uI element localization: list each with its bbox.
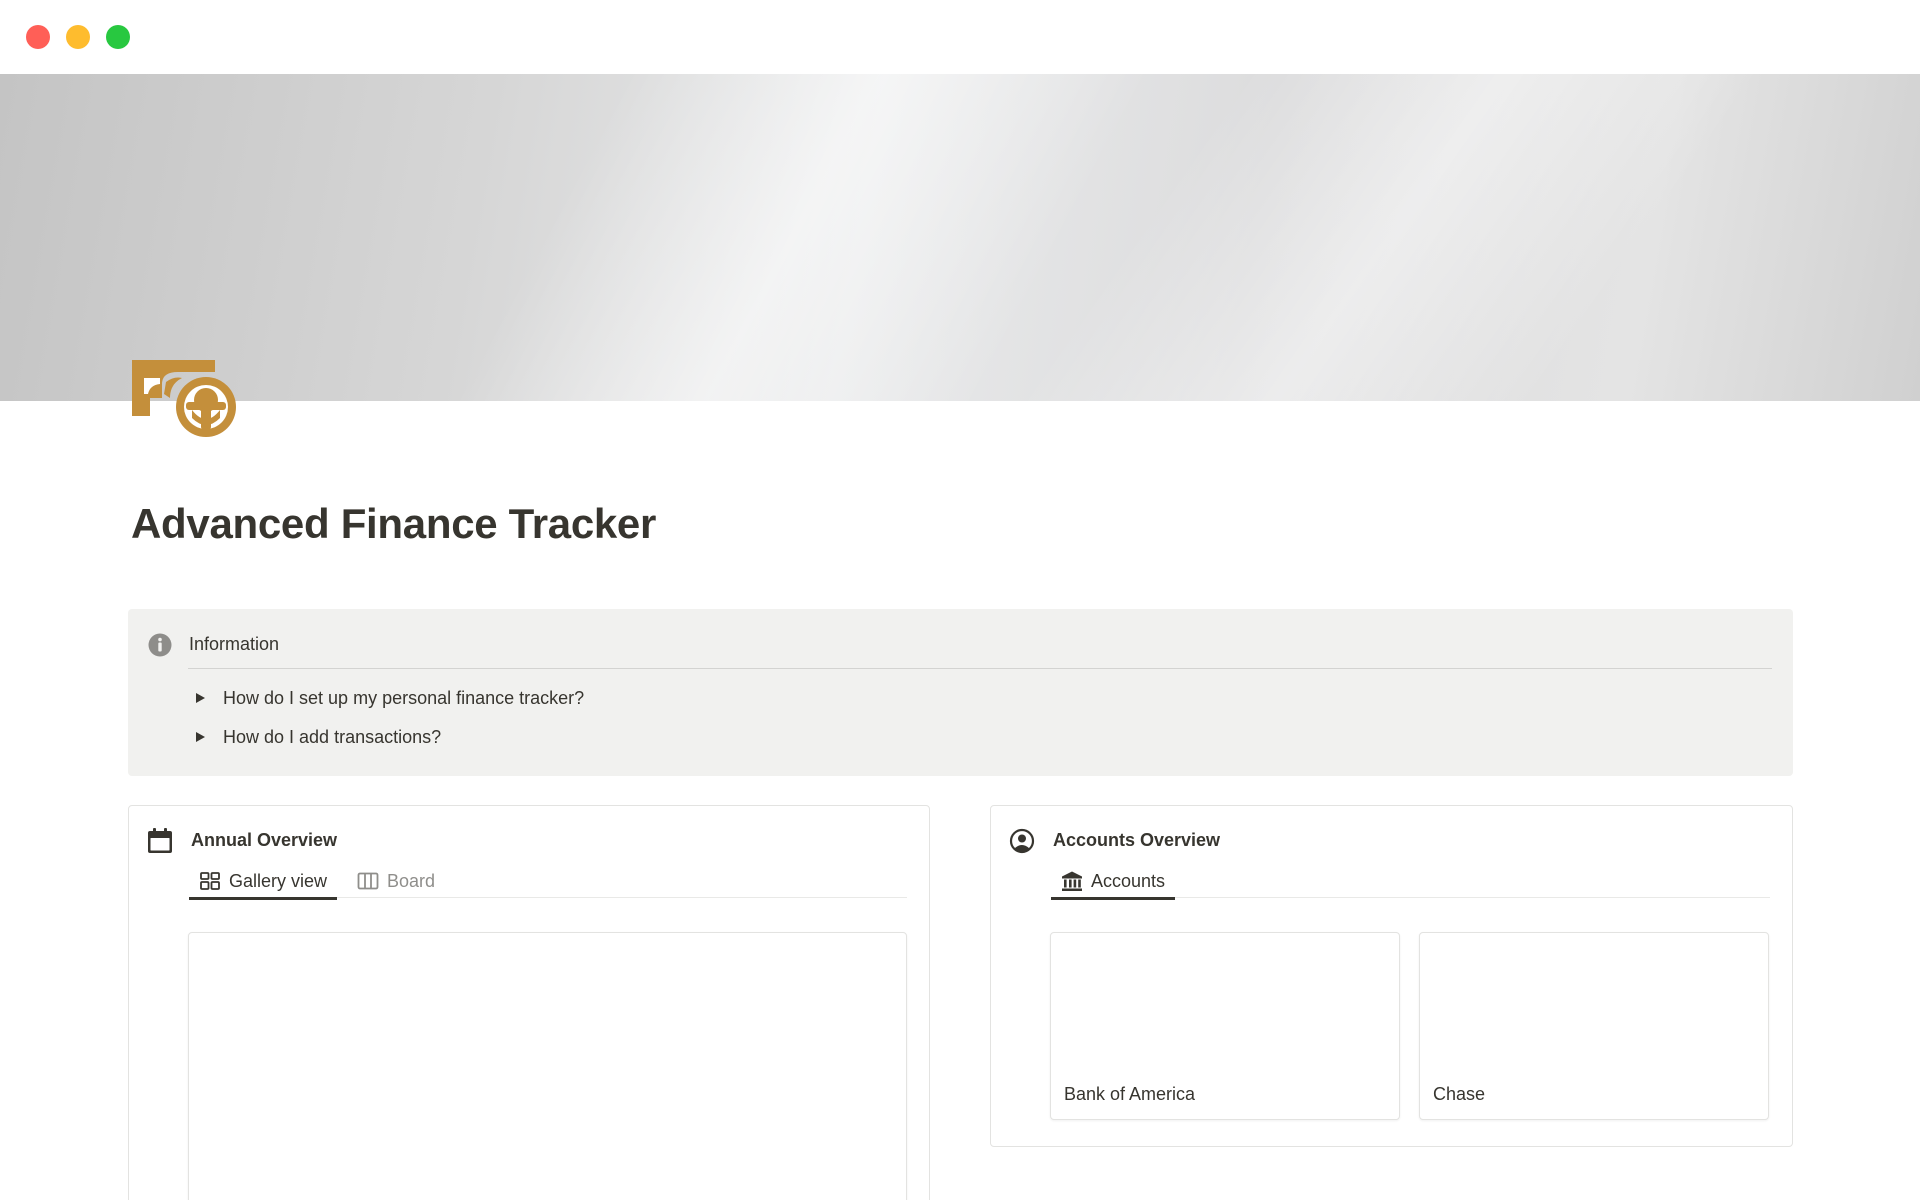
accounts-overview-panel: Accounts Overview Accounts Bank of Ameri…: [990, 805, 1793, 1147]
annual-overview-title[interactable]: Annual Overview: [191, 830, 337, 851]
toggle-setup-tracker[interactable]: How do I set up my personal finance trac…: [196, 686, 584, 710]
page-cover[interactable]: [0, 74, 1920, 401]
tab-label: Board: [387, 870, 436, 891]
tab-label: Accounts: [1091, 870, 1166, 891]
triangle-right-icon[interactable]: [196, 693, 205, 703]
minimize-window-button[interactable]: [66, 25, 90, 49]
user-circle-icon: [1009, 828, 1035, 854]
card-label: Bank of America: [1064, 1084, 1196, 1104]
tab-accounts[interactable]: Accounts: [1051, 864, 1176, 900]
info-icon: [148, 633, 172, 657]
toggle-label: How do I set up my personal finance trac…: [223, 687, 585, 708]
account-card-bank-of-america[interactable]: Bank of America: [1050, 932, 1400, 1120]
toggle-add-transactions[interactable]: How do I add transactions?: [196, 725, 441, 749]
annual-overview-tabs: Gallery view Board: [189, 864, 907, 900]
close-window-button[interactable]: [26, 25, 50, 49]
page-title[interactable]: Advanced Finance Tracker: [131, 500, 656, 548]
accounts-overview-tabs: Accounts: [1051, 864, 1770, 900]
card-label: Chase: [1433, 1084, 1486, 1104]
callout-divider: [188, 668, 1772, 669]
account-card-chase[interactable]: Chase: [1419, 932, 1769, 1120]
triangle-right-icon[interactable]: [196, 732, 205, 742]
window-titlebar: [0, 0, 1920, 74]
accounts-overview-title[interactable]: Accounts Overview: [1053, 830, 1220, 851]
information-callout: Information How do I set up my personal …: [128, 609, 1793, 776]
board-icon: [357, 870, 379, 892]
gallery-icon: [199, 870, 221, 892]
toggle-label: How do I add transactions?: [223, 726, 442, 747]
tab-gallery-view[interactable]: Gallery view: [189, 864, 338, 900]
zoom-window-button[interactable]: [106, 25, 130, 49]
callout-title: Information: [189, 634, 280, 654]
annual-overview-panel: Annual Overview Gallery view Board: [128, 805, 930, 1200]
money-icon[interactable]: [130, 358, 240, 442]
bank-icon: [1061, 870, 1083, 892]
tab-label: Gallery view: [229, 870, 328, 891]
calendar-icon: [147, 828, 173, 854]
gallery-card[interactable]: [188, 932, 907, 1200]
tab-board[interactable]: Board: [357, 864, 435, 898]
